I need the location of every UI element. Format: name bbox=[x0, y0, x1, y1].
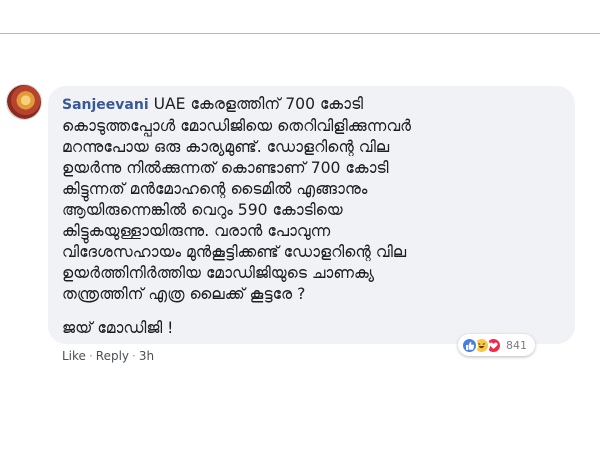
comment-text-line: കൊടുത്തപ്പോൾ മോഡിജിയെ തെറിവിളിക്കുന്നവർ bbox=[62, 117, 412, 135]
reaction-count: 841 bbox=[506, 338, 527, 352]
comment-text-line: തന്ത്രത്തിന് എത്ര ലൈക്ക് കൂട്ടരേ ? bbox=[62, 285, 306, 303]
comment-text-line: കിട്ടുകയുള്ളായിരുന്നു. വരാൻ പോവുന്ന bbox=[62, 222, 331, 240]
reply-link[interactable]: Reply bbox=[96, 349, 129, 363]
comment-first-line: Sanjeevani UAE കേരളത്തിന് 700 കോടി bbox=[62, 94, 561, 116]
comment-text: UAE കേരളത്തിന് 700 കോടി bbox=[148, 95, 364, 113]
comment-text-line: ഉയർത്തിനിർത്തിയ മോഡിജിയുടെ ചാണക്യ bbox=[62, 264, 375, 282]
separator-dot: · bbox=[132, 349, 136, 363]
like-link[interactable]: Like bbox=[62, 349, 86, 363]
reaction-summary[interactable]: 841 bbox=[458, 334, 535, 356]
comment-actions: Like · Reply · 3h bbox=[62, 349, 154, 363]
comment-text-line: ആയിരുന്നെങ്കിൽ വെറും 590 കോടിയെ bbox=[62, 201, 343, 219]
timestamp[interactable]: 3h bbox=[139, 349, 154, 363]
comment-bubble: Sanjeevani UAE കേരളത്തിന് 700 കോടി കൊടുത… bbox=[48, 86, 575, 344]
comment-text-line: വിദേശസഹായം മുൻകൂട്ടിക്കണ്ട് ഡോളറിന്റെ വി… bbox=[62, 243, 407, 261]
avatar[interactable] bbox=[6, 84, 42, 120]
author-name[interactable]: Sanjeevani bbox=[62, 97, 149, 113]
comment-screenshot: Sanjeevani UAE കേരളത്തിന് 700 കോടി കൊടുത… bbox=[0, 0, 600, 450]
comment-text-line: കിട്ടുന്നത് മൻമോഹന്റെ ടൈമിൽ എങ്ങാനും bbox=[62, 180, 368, 198]
separator-dot: · bbox=[88, 349, 93, 363]
like-icon bbox=[461, 336, 478, 354]
comment-text-line: മറന്നുപോയ ഒരു കാര്യമുണ്ട്. ഡോളറിന്റെ വില bbox=[62, 138, 390, 156]
comment-text-line: ഉയർന്നു നിൽക്കുന്നത് കൊണ്ടാണ് 700 കോടി bbox=[62, 159, 389, 177]
divider bbox=[0, 33, 600, 34]
